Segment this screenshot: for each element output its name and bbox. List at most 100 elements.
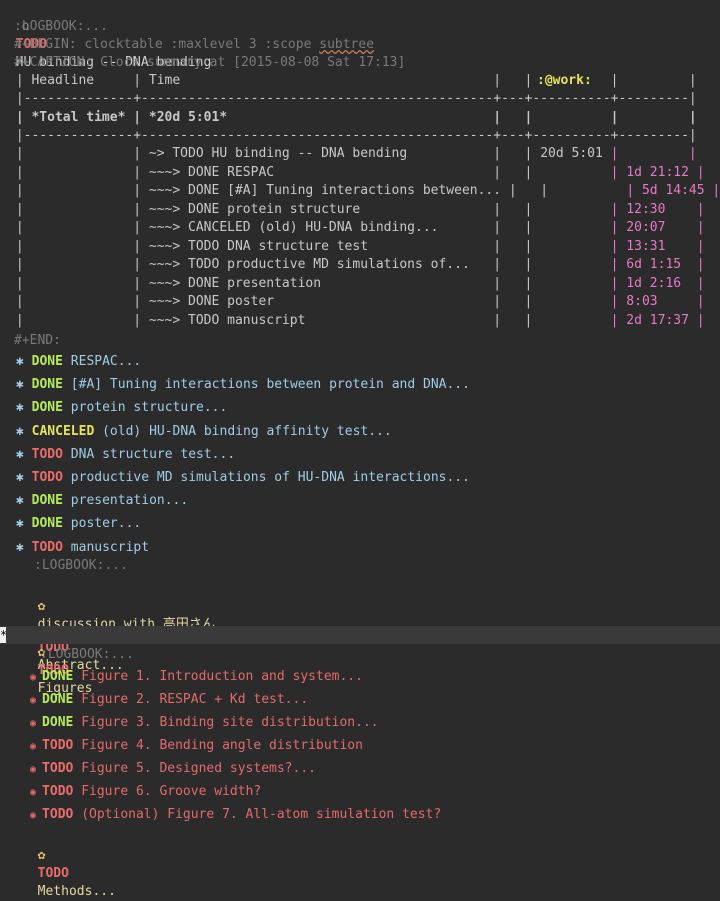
table-cell-time: | 2d 17:37 | (610, 312, 705, 328)
circle-bullet-icon: ◉ (30, 764, 43, 775)
table-row: | | ~~~> DONE RESPAC | | | 1d 21:12 | (0, 164, 720, 182)
table-row: | | ~~~> TODO productive MD simulations … (0, 256, 720, 274)
text-cursor: * (0, 627, 8, 643)
table-row: | | ~~~> DONE presentation | | | 1d 2:16… (0, 275, 720, 293)
table-cell-time: | 5d 14:45 | (626, 183, 720, 198)
table-cell-time: | 1d 21:12 | (610, 164, 705, 180)
heading-title: Figure 6. Groove width? (81, 784, 262, 799)
table-cell-time: | 1d 2:16 | (610, 275, 705, 291)
heading-title: protein structure... (70, 400, 228, 416)
heading-level2[interactable]: ✱ TODO manuscript (0, 539, 720, 557)
table-header: | Headline | Time | | | | (8, 73, 697, 88)
table-total-row: | *Total time* | *20d 5:01* | | | | (8, 110, 697, 125)
heading-title: [#A] Tuning interactions between protein… (70, 377, 470, 393)
clocktable-end: #+END: (14, 333, 61, 348)
asterisk-bullet-icon: ✱ (16, 377, 32, 393)
todo-keyword: DONE (42, 715, 74, 730)
heading-title: poster... (70, 516, 142, 532)
table-cell-time: | 6d 1:15 | (610, 257, 705, 272)
subheading-abstract[interactable]: ✿ TODO Abstract... (0, 603, 720, 673)
asterisk-bullet-icon: ✱ (16, 400, 32, 416)
heading-level4[interactable]: ◉ TODO Figure 4. Bending angle distribut… (0, 737, 720, 755)
heading-title: (old) HU-DNA binding affinity test... (102, 423, 392, 439)
todo-keyword: TODO (31, 446, 63, 462)
todo-keyword: TODO (42, 807, 74, 822)
todo-keyword: DONE (31, 400, 63, 416)
heading-level2[interactable]: ✱ DONE presentation... (0, 492, 720, 510)
heading-title: Figure 1. Introduction and system... (81, 669, 363, 684)
subheading-methods[interactable]: ✿ TODO Methods... (0, 829, 720, 899)
asterisk-bullet-icon: ✱ (16, 539, 32, 555)
table-row: | | ~~~> CANCELED (old) HU-DNA binding..… (0, 219, 720, 237)
heading-title: DNA structure test... (70, 446, 236, 462)
heading-level2[interactable]: ✱ TODO DNA structure test... (0, 446, 720, 464)
asterisk-bullet-icon: ✱ (16, 446, 32, 462)
clocktable-caption: #+CAPTION: Clock summary at [2015-08-08 … (14, 55, 406, 70)
table-cell-time: | 12:30 | (610, 201, 705, 217)
heading-level2[interactable]: ✱ CANCELED (old) HU-DNA binding affinity… (0, 423, 720, 441)
heading-title: presentation... (70, 493, 189, 509)
table-rule: |--------------+------------------------… (8, 91, 697, 106)
heading-title: Methods... (37, 884, 116, 899)
circle-bullet-icon: ◉ (30, 718, 43, 729)
heading-title: Figure 5. Designed systems?... (81, 761, 316, 776)
todo-keyword: TODO (42, 761, 74, 776)
heading-level4[interactable]: ◉ TODO Figure 6. Groove width? (0, 783, 720, 801)
todo-keyword: TODO (42, 738, 74, 753)
heading-level4[interactable]: ◉ DONE Figure 3. Binding site distributi… (0, 714, 720, 732)
table-cell-headline: | | ~~~> CANCELED (old) HU-DNA binding..… (8, 220, 611, 235)
table-row: | | ~~~> TODO manuscript | | | 2d 17:37 … (0, 312, 720, 330)
asterisk-bullet-icon: ✱ (16, 470, 32, 485)
asterisk-bullet-icon: ✱ (16, 493, 32, 509)
table-cell-headline: | | ~~~> TODO productive MD simulations … (8, 257, 611, 272)
heading-title: RESPAC... (70, 354, 142, 369)
heading-level4[interactable]: ◉ TODO (Optional) Figure 7. All-atom sim… (0, 806, 720, 824)
subheading-discussion[interactable]: ✿ discussion with 高田さん... (0, 580, 720, 632)
heading-title: Figure 4. Bending angle distribution (81, 738, 363, 753)
top-heading[interactable]: o TODO HU binding -- DNA bending :@work: (0, 0, 720, 88)
table-cell-headline: | | ~> TODO HU binding -- DNA bending | … (8, 146, 611, 161)
todo-keyword: TODO (37, 866, 69, 881)
table-cell-headline: | | ~~~> DONE [#A] Tuning interactions b… (8, 183, 627, 198)
table-cell-headline: | | ~~~> DONE poster | | (8, 294, 611, 309)
heading-level4[interactable]: ◉ DONE Figure 2. RESPAC + Kd test... (0, 691, 720, 709)
todo-keyword: TODO (31, 539, 63, 555)
todo-keyword: DONE (31, 516, 63, 532)
table-cell-time: | 8:03 | (610, 294, 705, 309)
subheading-figures[interactable]: ✿ TODO Figures (0, 626, 720, 696)
table-rule: |--------------+------------------------… (8, 128, 697, 143)
table-row: | | ~~~> TODO DNA structure test | | | 1… (0, 238, 720, 256)
heading-title: productive MD simulations of HU-DNA inte… (70, 470, 470, 485)
todo-keyword: TODO (42, 784, 74, 799)
logbook-drawer[interactable]: :LOGBOOK:... (0, 646, 720, 664)
table-cell-headline: | | ~~~> DONE RESPAC | | (8, 164, 611, 180)
heading-level2[interactable]: ✱ DONE [#A] Tuning interactions between … (0, 376, 720, 394)
heading-title: (Optional) Figure 7. All-atom simulation… (81, 807, 442, 822)
circle-bullet-icon: ◉ (30, 810, 43, 821)
heading-title: Figure 2. RESPAC + Kd test... (81, 692, 309, 707)
logbook-drawer[interactable]: :LOGBOOK:... (0, 18, 720, 36)
table-row: | | ~~~> DONE [#A] Tuning interactions b… (0, 182, 720, 200)
heading-level4[interactable]: ◉ DONE Figure 1. Introduction and system… (0, 668, 720, 686)
heading-level2[interactable]: ✱ DONE RESPAC... (0, 353, 720, 371)
heading-level4[interactable]: ◉ TODO Figure 5. Designed systems?... (0, 760, 720, 778)
heading-title: manuscript (70, 539, 150, 555)
heading-level2[interactable]: ✱ TODO productive MD simulations of HU-D… (0, 469, 720, 487)
asterisk-bullet-icon: ✱ (16, 354, 32, 369)
heading-level2[interactable]: ✱ DONE poster... (0, 515, 720, 533)
circle-bullet-icon: ◉ (30, 695, 43, 706)
table-row: | | ~> TODO HU binding -- DNA bending | … (0, 145, 720, 163)
todo-keyword: DONE (31, 377, 63, 393)
begin-text: #+BEGIN: clocktable :maxlevel 3 :scope (14, 37, 320, 52)
begin-arg: subtree (319, 37, 375, 52)
table-cell-time: | 13:31 | (610, 238, 705, 254)
table-cell-time: | 20:07 | (610, 220, 705, 235)
todo-keyword: CANCELED (31, 423, 95, 439)
todo-keyword: DONE (31, 354, 63, 369)
table-cell-headline: | | ~~~> TODO DNA structure test | | (8, 238, 611, 254)
table-cell-time: | | (610, 146, 697, 161)
asterisk-bullet-icon: ✱ (16, 423, 32, 439)
logbook-drawer[interactable]: :LOGBOOK:... (0, 557, 720, 575)
heading-level2[interactable]: ✱ DONE protein structure... (0, 399, 720, 417)
circle-bullet-icon: ◉ (30, 672, 43, 683)
